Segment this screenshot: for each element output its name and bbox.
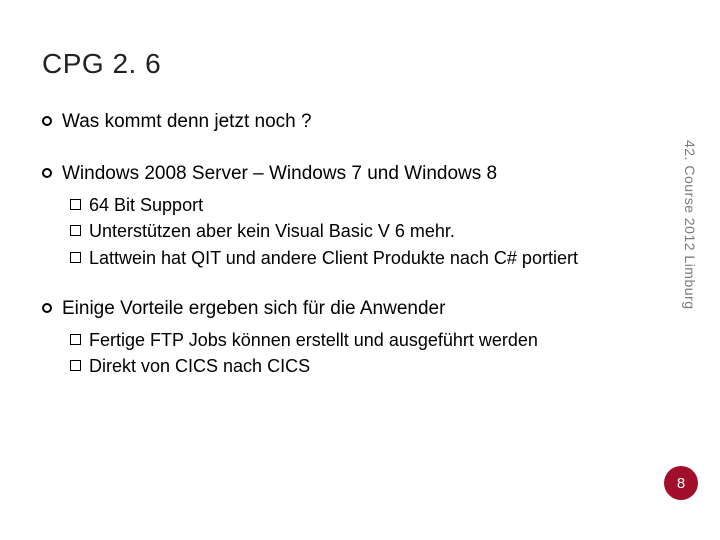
square-bullet-icon (70, 199, 81, 210)
ring-bullet-icon (42, 116, 52, 126)
slide-title: CPG 2. 6 (42, 48, 161, 80)
bullet-item: Was kommt denn jetzt noch ? (42, 110, 630, 134)
sub-bullet-item: Direkt von CICS nach CICS (70, 355, 630, 378)
sub-list: Fertige FTP Jobs können erstellt und aus… (70, 329, 630, 378)
slide: CPG 2. 6 Was kommt denn jetzt noch ? Win… (0, 0, 720, 540)
sub-bullet-item: Unterstützen aber kein Visual Basic V 6 … (70, 220, 630, 243)
page-number: 8 (677, 475, 685, 492)
sub-list: 64 Bit Support Unterstützen aber kein Vi… (70, 194, 630, 270)
slide-content: Was kommt denn jetzt noch ? Windows 2008… (42, 110, 630, 382)
bullet-text: Windows 2008 Server – Windows 7 und Wind… (62, 162, 497, 186)
square-bullet-icon (70, 360, 81, 371)
square-bullet-icon (70, 225, 81, 236)
sub-bullet-text: Direkt von CICS nach CICS (89, 355, 310, 378)
square-bullet-icon (70, 334, 81, 345)
ring-bullet-icon (42, 168, 52, 178)
sub-bullet-item: Fertige FTP Jobs können erstellt und aus… (70, 329, 630, 352)
sub-bullet-item: Lattwein hat QIT und andere Client Produ… (70, 247, 630, 270)
sub-bullet-item: 64 Bit Support (70, 194, 630, 217)
sub-bullet-text: Unterstützen aber kein Visual Basic V 6 … (89, 220, 455, 243)
bullet-text: Einige Vorteile ergeben sich für die Anw… (62, 297, 445, 321)
square-bullet-icon (70, 252, 81, 263)
ring-bullet-icon (42, 303, 52, 313)
side-label: 42. Course 2012 Limburg (682, 140, 698, 310)
sub-bullet-text: Fertige FTP Jobs können erstellt und aus… (89, 329, 538, 352)
bullet-text: Was kommt denn jetzt noch ? (62, 110, 312, 134)
sub-bullet-text: 64 Bit Support (89, 194, 203, 217)
page-number-badge: 8 (664, 466, 698, 500)
sub-bullet-text: Lattwein hat QIT und andere Client Produ… (89, 247, 578, 270)
bullet-item: Windows 2008 Server – Windows 7 und Wind… (42, 162, 630, 186)
bullet-item: Einige Vorteile ergeben sich für die Anw… (42, 297, 630, 321)
